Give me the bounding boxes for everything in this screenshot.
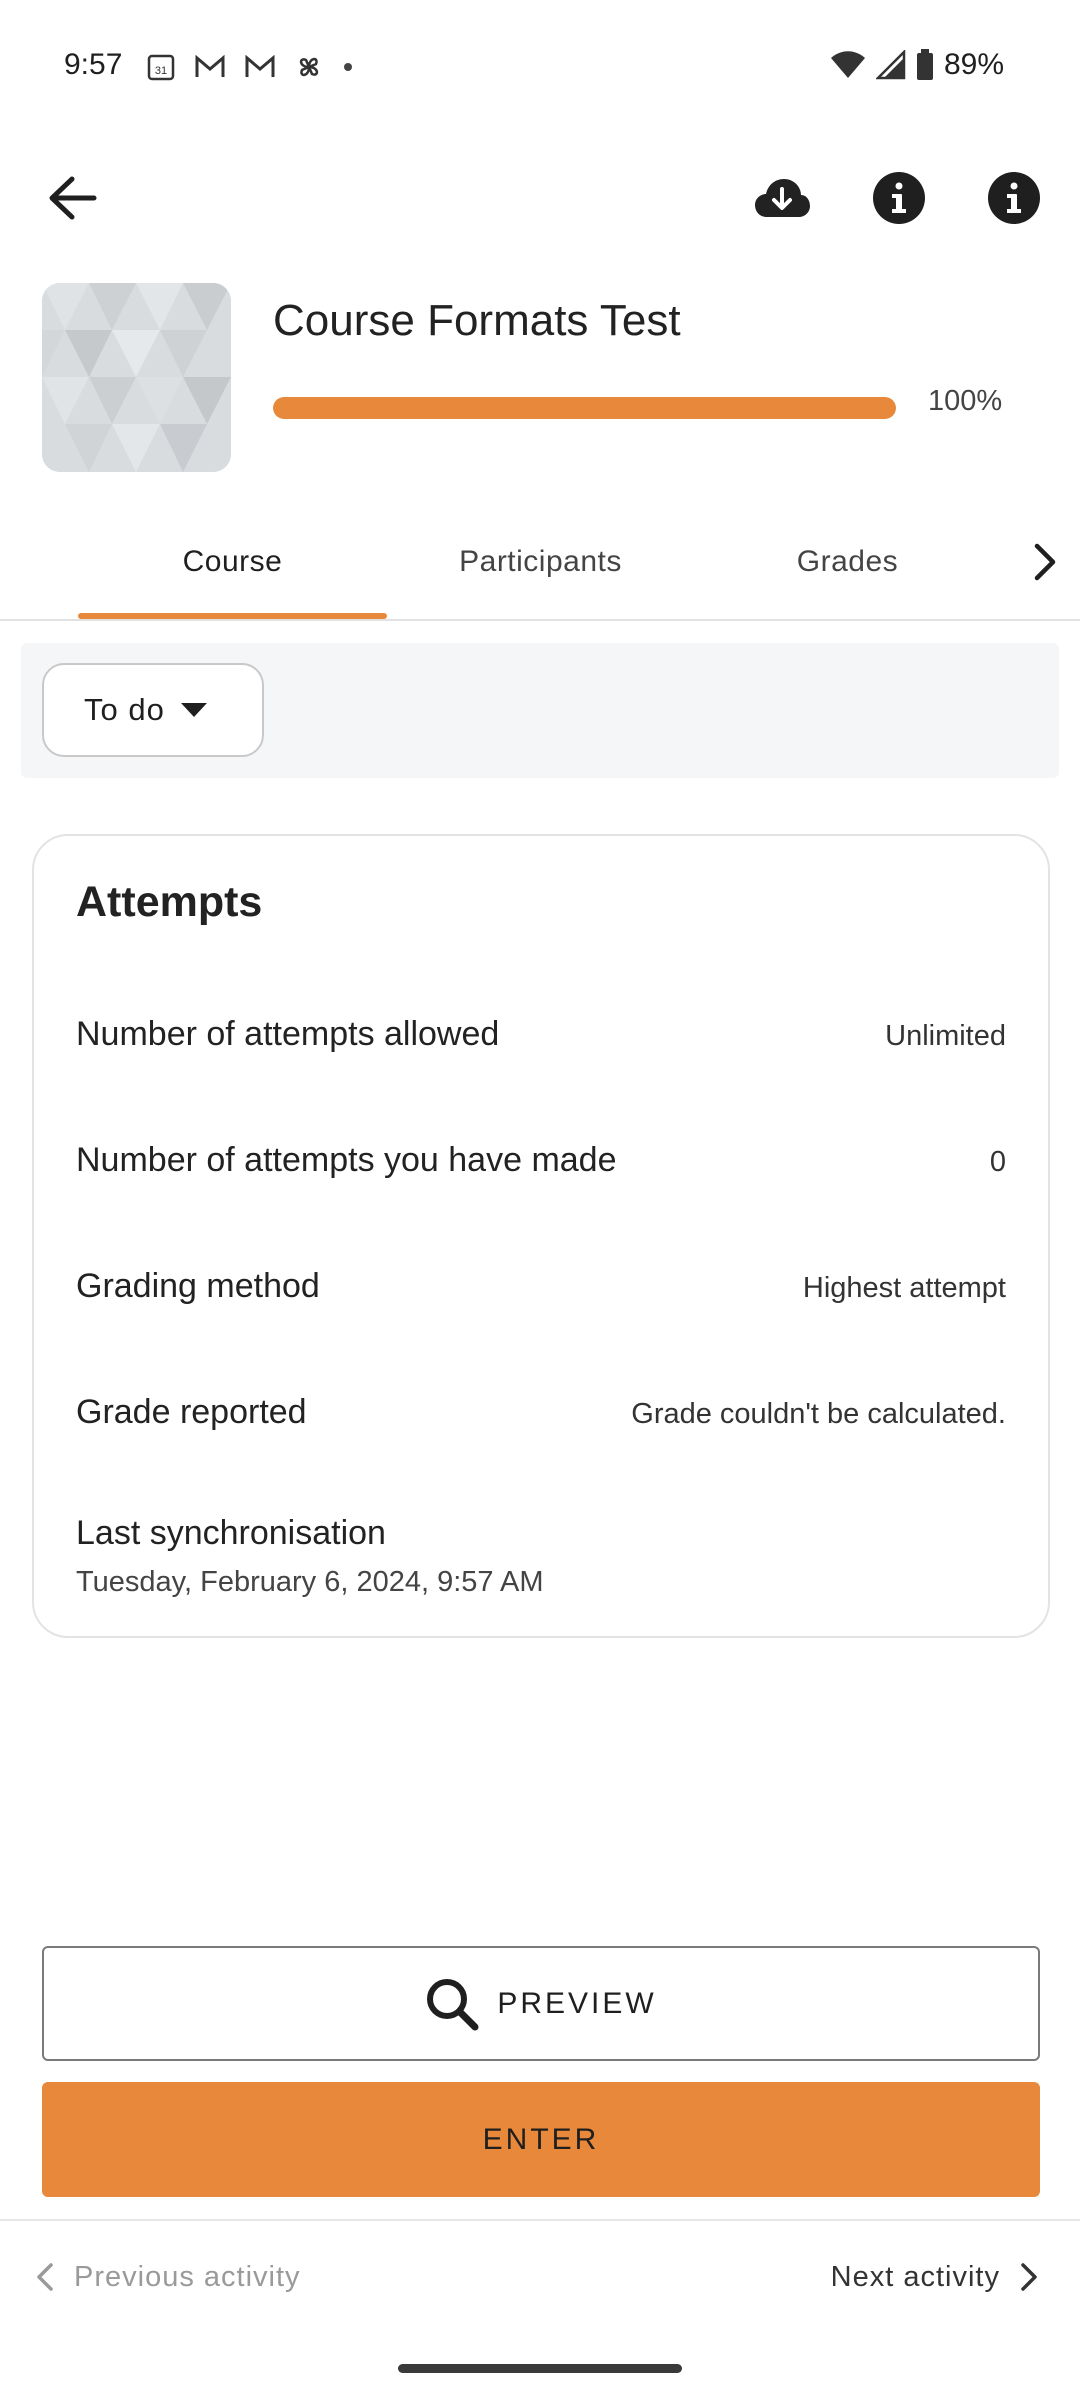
tab-participants-label: Participants — [459, 545, 622, 578]
home-indicator[interactable] — [398, 2364, 682, 2373]
attempts-made-label: Number of attempts you have made — [76, 1141, 617, 1179]
gmail-icon — [245, 54, 275, 77]
next-activity-label: Next activity — [830, 2260, 1000, 2293]
grading-method-value: Highest attempt — [802, 1272, 1006, 1304]
todo-filter-label: To do — [84, 692, 165, 727]
chevron-right-icon — [1021, 2263, 1037, 2291]
grade-reported-value: Grade couldn't be calculated. — [631, 1398, 1006, 1430]
info-icon — [873, 172, 925, 224]
tab-grades-label: Grades — [796, 545, 899, 578]
active-tab-indicator — [78, 613, 387, 619]
course-title: Course Formats Test — [273, 296, 681, 345]
wifi-icon — [830, 51, 865, 78]
tab-course-label: Course — [182, 545, 283, 578]
grade-reported-label: Grade reported — [76, 1393, 307, 1431]
tabs-scroll-next-button[interactable] — [1010, 505, 1080, 619]
caret-down-icon — [180, 703, 207, 717]
enter-button-label: ENTER — [482, 2122, 600, 2156]
last-sync-label: Last synchronisation — [76, 1514, 386, 1552]
tab-grades[interactable]: Grades — [694, 505, 1001, 619]
course-info-button[interactable] — [863, 162, 935, 234]
bottom-divider — [0, 2219, 1080, 2221]
grading-method-label: Grading method — [76, 1267, 320, 1305]
last-sync-value: Tuesday, February 6, 2024, 9:57 AM — [76, 1566, 544, 1598]
chevron-right-icon — [1034, 543, 1056, 581]
attempts-allowed-label: Number of attempts allowed — [76, 1015, 500, 1053]
todo-filter-dropdown[interactable]: To do — [42, 663, 264, 757]
activity-info-button[interactable] — [978, 162, 1050, 234]
course-thumbnail — [42, 283, 231, 472]
status-system-icons: 89% — [830, 48, 1004, 82]
course-progress-fill — [273, 397, 896, 419]
previous-activity-label: Previous activity — [74, 2260, 301, 2293]
search-icon — [427, 1978, 479, 2030]
preview-button[interactable]: PREVIEW — [42, 1946, 1040, 2061]
battery-percentage: 89% — [943, 48, 1004, 81]
next-activity-button[interactable]: Next activity — [831, 2240, 1038, 2314]
chevron-left-icon — [37, 2263, 53, 2291]
course-progress-label: 100% — [928, 385, 1003, 417]
previous-activity-button[interactable]: Previous activity — [36, 2240, 301, 2314]
enter-button[interactable]: ENTER — [42, 2082, 1040, 2197]
attempts-title: Attempts — [76, 878, 263, 926]
dot-icon — [344, 63, 352, 71]
attempts-made-value: 0 — [989, 1146, 1006, 1178]
svg-text:31: 31 — [155, 65, 167, 77]
battery-icon — [916, 49, 933, 80]
calendar-icon: 31 — [147, 54, 175, 81]
signal-icon — [875, 50, 906, 80]
gmail-icon — [195, 54, 225, 77]
info-icon — [988, 172, 1040, 224]
preview-button-label: PREVIEW — [497, 1986, 657, 2020]
status-time: 9:57 — [64, 48, 123, 81]
tab-participants[interactable]: Participants — [387, 505, 694, 619]
status-notification-icons: 31 — [146, 52, 354, 82]
course-progress-bar — [273, 397, 896, 419]
download-course-button[interactable] — [746, 162, 818, 234]
cloud-download-icon — [755, 179, 810, 217]
tab-course[interactable]: Course — [78, 505, 387, 619]
course-tabs: Course Participants Grades — [0, 505, 1080, 621]
back-button[interactable] — [36, 162, 108, 234]
back-arrow-icon — [49, 176, 97, 220]
pinwheel-icon — [299, 57, 319, 77]
attempts-allowed-value: Unlimited — [885, 1020, 1006, 1052]
